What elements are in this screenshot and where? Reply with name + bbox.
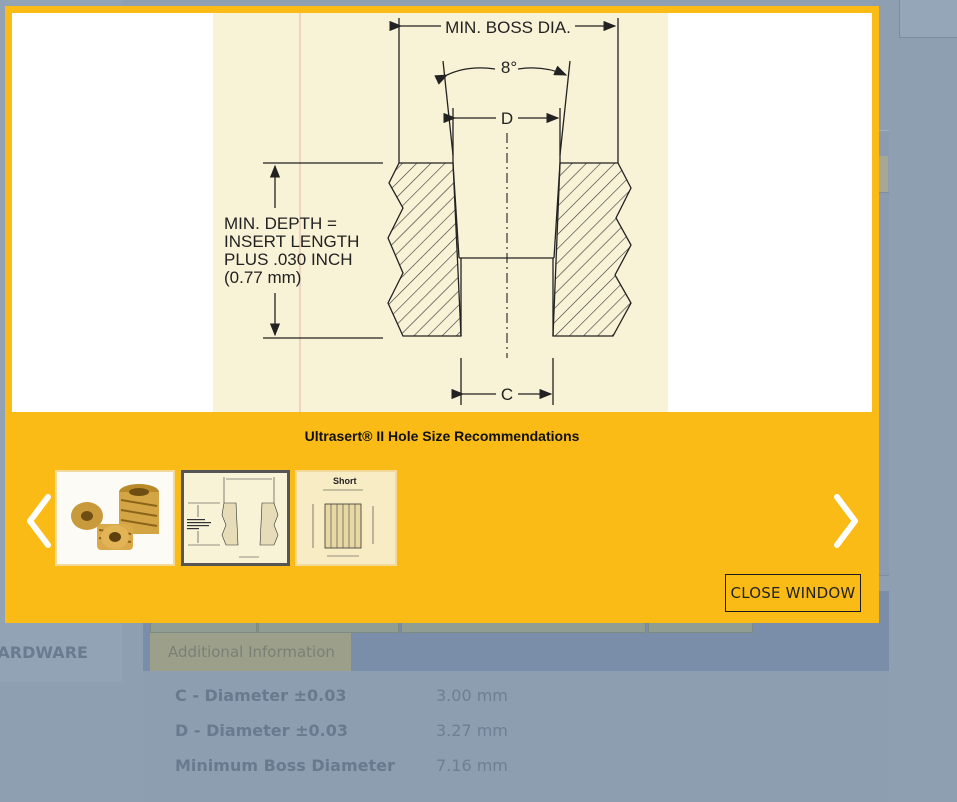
previous-button[interactable] (24, 493, 54, 549)
next-button[interactable] (831, 493, 861, 549)
spec-label: C - Diameter ±0.03 (175, 686, 347, 705)
spec-value: 3.00 mm (436, 686, 508, 705)
close-window-button[interactable]: CLOSE WINDOW (725, 574, 861, 612)
header-box (899, 0, 957, 38)
depth-label-line: INSERT LENGTH (224, 232, 359, 251)
sidebar-item-hardware[interactable]: HARDWARE (0, 643, 106, 662)
insert-photo-image (57, 472, 173, 564)
thumbnail-label: Short (333, 476, 357, 486)
boss-dia-label: MIN. BOSS DIA. (445, 18, 571, 37)
image-lightbox: MIN. BOSS DIA. 8° D C MIN. DEPTH = INSER… (5, 6, 879, 623)
hole-size-drawing: MIN. BOSS DIA. 8° D C MIN. DEPTH = INSER… (213, 13, 668, 412)
depth-label-line: PLUS .030 INCH (224, 250, 353, 269)
short-insert-thumbnail-image: Short (297, 472, 395, 564)
tab-additional-information[interactable]: Additional Information (150, 633, 351, 671)
thumbnail-insert-photo[interactable] (55, 470, 175, 566)
chevron-left-icon (27, 494, 51, 548)
image-caption: Ultrasert® II Hole Size Recommendations (304, 428, 580, 444)
sidebar-item-label: HARDWARE (0, 643, 88, 662)
thumbnail-short-insert-drawing[interactable]: Short (295, 470, 397, 566)
c-label: C (501, 385, 513, 404)
depth-label-line: MIN. DEPTH = (224, 214, 337, 233)
drawing-svg: MIN. BOSS DIA. 8° D C MIN. DEPTH = INSER… (224, 13, 632, 412)
spec-value: 3.27 mm (436, 721, 508, 740)
d-label: D (501, 109, 513, 128)
chevron-right-icon (834, 494, 858, 548)
main-image-frame: MIN. BOSS DIA. 8° D C MIN. DEPTH = INSER… (12, 13, 872, 412)
spec-label: Minimum Boss Diameter (175, 756, 395, 775)
thumbnail-hole-size-drawing[interactable] (181, 470, 290, 566)
spec-label: D - Diameter ±0.03 (175, 721, 348, 740)
angle-label: 8° (501, 58, 517, 77)
hole-size-thumbnail-image (184, 473, 287, 563)
depth-label-line: (0.77 mm) (224, 268, 301, 287)
spec-value: 7.16 mm (436, 756, 508, 775)
